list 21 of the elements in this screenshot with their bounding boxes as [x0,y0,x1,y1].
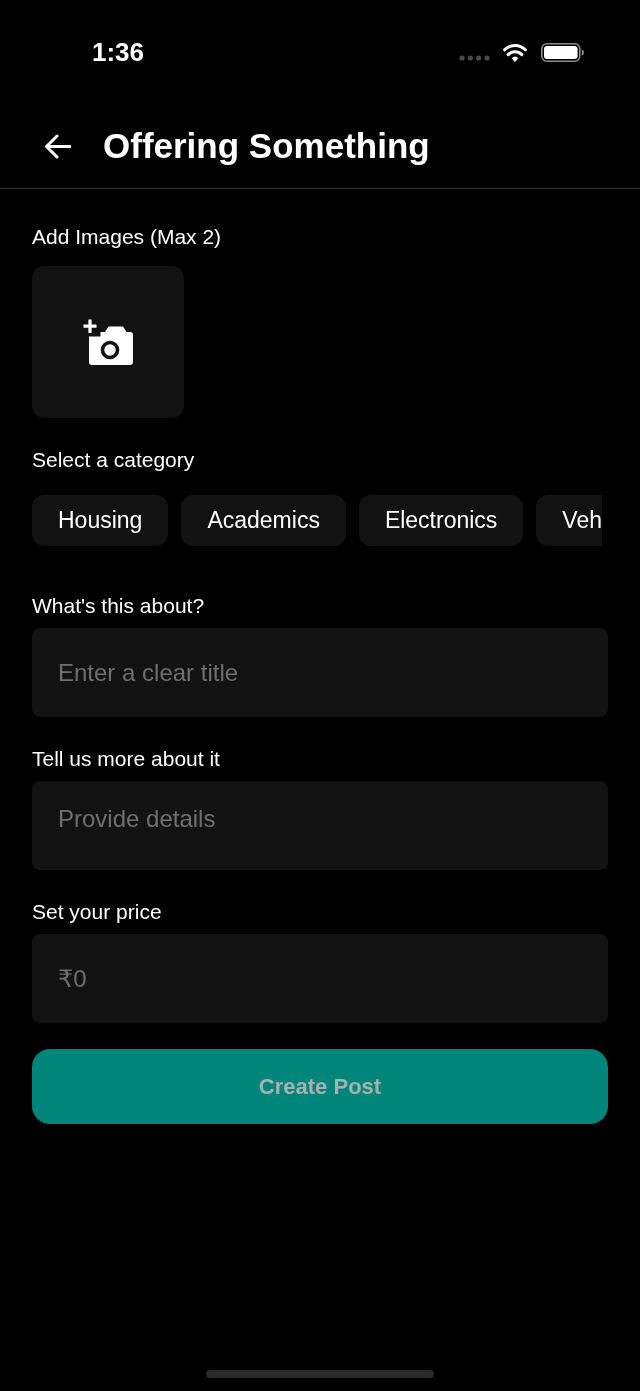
back-button[interactable] [44,133,71,159]
input-field[interactable]: ₹0 [32,934,608,1023]
input-field[interactable]: Enter a clear title [32,628,608,717]
section-label: Select a category [32,447,195,473]
cellular-signal-icon [459,55,490,61]
status-time: 1:36 [92,37,145,67]
details-field[interactable]: Provide details [32,781,608,870]
category-chip[interactable]: Housing [32,495,169,546]
page-title: Offering Something [103,125,430,167]
add-image-button[interactable] [32,266,184,418]
category-chip[interactable]: Electronics [358,495,524,546]
field-label: Tell us more about it [32,746,220,772]
back-arrow-icon [44,133,71,159]
add-camera-icon [83,319,133,365]
category-chip[interactable]: Veh [536,495,602,546]
category-chip[interactable]: Academics [181,495,346,546]
field-label: What's this about? [32,593,205,619]
wifi-icon [503,42,527,62]
section-label: Add Images (Max 2) [32,224,222,250]
battery-icon [541,42,584,62]
field-label: Set your price [32,899,162,925]
